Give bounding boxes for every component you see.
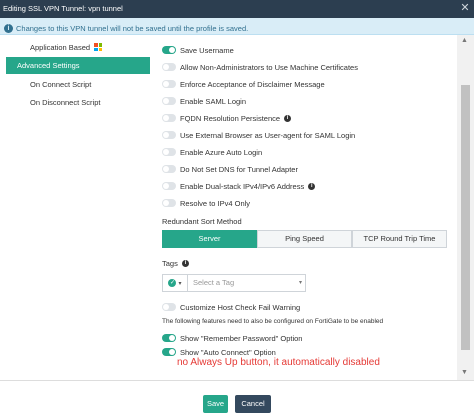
tags-label: Tags bbox=[162, 259, 178, 268]
check-icon: ✓ bbox=[168, 279, 177, 287]
toggle-switch[interactable] bbox=[162, 348, 176, 356]
setting-label: Allow Non-Administrators to Use Machine … bbox=[180, 62, 358, 72]
save-button[interactable]: Save bbox=[203, 395, 228, 413]
setting-label: Enable Azure Auto Login bbox=[180, 147, 263, 157]
setting-label: Do Not Set DNS for Tunnel Adapter bbox=[180, 164, 298, 174]
sidebar-item-on-disconnect-script[interactable]: On Disconnect Script bbox=[6, 94, 150, 111]
setting-host-check-warning: Customize Host Check Fail Warning bbox=[162, 301, 300, 313]
fortigate-note: The following features need to also be c… bbox=[162, 318, 384, 325]
setting-label: Save Username bbox=[180, 45, 234, 55]
setting-enforce-disclaimer: Enforce Acceptance of Disclaimer Message bbox=[162, 78, 325, 90]
toggle-switch[interactable] bbox=[162, 182, 176, 190]
info-icon[interactable]: i bbox=[181, 260, 189, 267]
toggle-switch[interactable] bbox=[162, 46, 176, 54]
scrollbar[interactable]: ▲ ▼ bbox=[457, 35, 474, 380]
toggle-switch[interactable] bbox=[162, 165, 176, 173]
setting-external-browser-saml: Use External Browser as User-agent for S… bbox=[162, 129, 355, 141]
close-icon[interactable]: ✕ bbox=[459, 2, 471, 14]
info-icon[interactable]: i bbox=[284, 114, 292, 122]
toggle-switch[interactable] bbox=[162, 334, 176, 342]
setting-label: Enforce Acceptance of Disclaimer Message bbox=[180, 79, 325, 89]
setting-enable-saml-login: Enable SAML Login bbox=[162, 95, 246, 107]
setting-fqdn-resolution-persistence: FQDN Resolution Persistence i bbox=[162, 112, 292, 124]
scroll-up-icon[interactable]: ▲ bbox=[461, 37, 468, 44]
info-icon[interactable]: i bbox=[308, 182, 316, 190]
toggle-switch[interactable] bbox=[162, 199, 176, 207]
sidebar-item-label: On Connect Script bbox=[30, 80, 92, 89]
info-icon: i bbox=[4, 23, 13, 33]
setting-label: Show "Remember Password" Option bbox=[180, 333, 303, 343]
settings-panel: Save Username Allow Non-Administrators t… bbox=[150, 35, 457, 380]
toggle-switch[interactable] bbox=[162, 97, 176, 105]
dialog-title: Editing SSL VPN Tunnel: vpn tunnel bbox=[3, 4, 123, 13]
tag-color-button[interactable]: ✓ ▾ bbox=[162, 274, 188, 292]
cancel-button[interactable]: Cancel bbox=[235, 395, 271, 413]
toggle-switch[interactable] bbox=[162, 131, 176, 139]
setting-label: Use External Browser as User-agent for S… bbox=[180, 130, 356, 140]
sidebar-item-on-connect-script[interactable]: On Connect Script bbox=[6, 76, 150, 93]
setting-label: Enable SAML Login bbox=[180, 96, 247, 106]
sidebar-item-application-based[interactable]: Application Based bbox=[6, 39, 150, 56]
info-banner: i Changes to this VPN tunnel will not be… bbox=[0, 18, 474, 35]
toggle-switch[interactable] bbox=[162, 148, 176, 156]
setting-label: Customize Host Check Fail Warning bbox=[180, 302, 301, 312]
redundant-sort-label: Redundant Sort Method bbox=[162, 217, 242, 226]
sidebar-item-advanced-settings[interactable]: Advanced Settings bbox=[6, 57, 150, 74]
sidebar: Application Based Advanced Settings On C… bbox=[0, 35, 150, 380]
chevron-down-icon: ▾ bbox=[178, 280, 182, 287]
dialog-titlebar: Editing SSL VPN Tunnel: vpn tunnel ✕ bbox=[0, 0, 474, 18]
microsoft-logo-icon bbox=[94, 43, 103, 51]
sidebar-item-label: Application Based bbox=[30, 43, 91, 52]
sort-option-ping-speed[interactable]: Ping Speed bbox=[257, 230, 352, 248]
toggle-switch[interactable] bbox=[162, 80, 176, 88]
setting-resolve-ipv4-only: Resolve to IPv4 Only bbox=[162, 197, 250, 209]
sidebar-item-label: On Disconnect Script bbox=[30, 98, 101, 107]
tags-label-row: Tags i bbox=[162, 259, 189, 268]
setting-label: Show "Auto Connect" Option bbox=[180, 347, 276, 357]
toggle-switch[interactable] bbox=[162, 63, 176, 71]
setting-label: FQDN Resolution Persistence bbox=[180, 113, 281, 123]
setting-dual-stack: Enable Dual-stack IPv4/IPv6 Address i bbox=[162, 180, 316, 192]
sidebar-item-label: Advanced Settings bbox=[17, 61, 80, 70]
annotation-text: no Always Up button, it automatically di… bbox=[177, 357, 380, 368]
sort-option-tcp-round-trip-time[interactable]: TCP Round Trip Time bbox=[352, 230, 447, 248]
tag-selector: ✓ ▾ Select a Tag ▾ bbox=[162, 274, 306, 292]
toggle-switch[interactable] bbox=[162, 114, 176, 122]
dialog-footer: Save Cancel bbox=[0, 380, 474, 420]
toggle-switch[interactable] bbox=[162, 303, 176, 311]
setting-no-dns-tunnel-adapter: Do Not Set DNS for Tunnel Adapter bbox=[162, 163, 298, 175]
sort-option-server[interactable]: Server bbox=[162, 230, 257, 248]
setting-show-remember-password: Show "Remember Password" Option bbox=[162, 332, 302, 344]
setting-label: Enable Dual-stack IPv4/IPv6 Address bbox=[180, 181, 305, 191]
setting-save-username: Save Username bbox=[162, 44, 234, 56]
redundant-sort-selector: Server Ping Speed TCP Round Trip Time bbox=[162, 230, 447, 248]
scroll-down-icon[interactable]: ▼ bbox=[461, 369, 468, 376]
tag-select-input[interactable]: Select a Tag ▾ bbox=[188, 274, 306, 292]
setting-allow-non-admin-machine-certs: Allow Non-Administrators to Use Machine … bbox=[162, 61, 358, 73]
setting-azure-auto-login: Enable Azure Auto Login bbox=[162, 146, 262, 158]
tag-placeholder: Select a Tag bbox=[193, 278, 235, 287]
chevron-down-icon: ▾ bbox=[298, 280, 302, 286]
info-message: Changes to this VPN tunnel will not be s… bbox=[16, 23, 249, 33]
setting-label: Resolve to IPv4 Only bbox=[180, 198, 251, 208]
scrollbar-thumb[interactable] bbox=[461, 85, 470, 350]
